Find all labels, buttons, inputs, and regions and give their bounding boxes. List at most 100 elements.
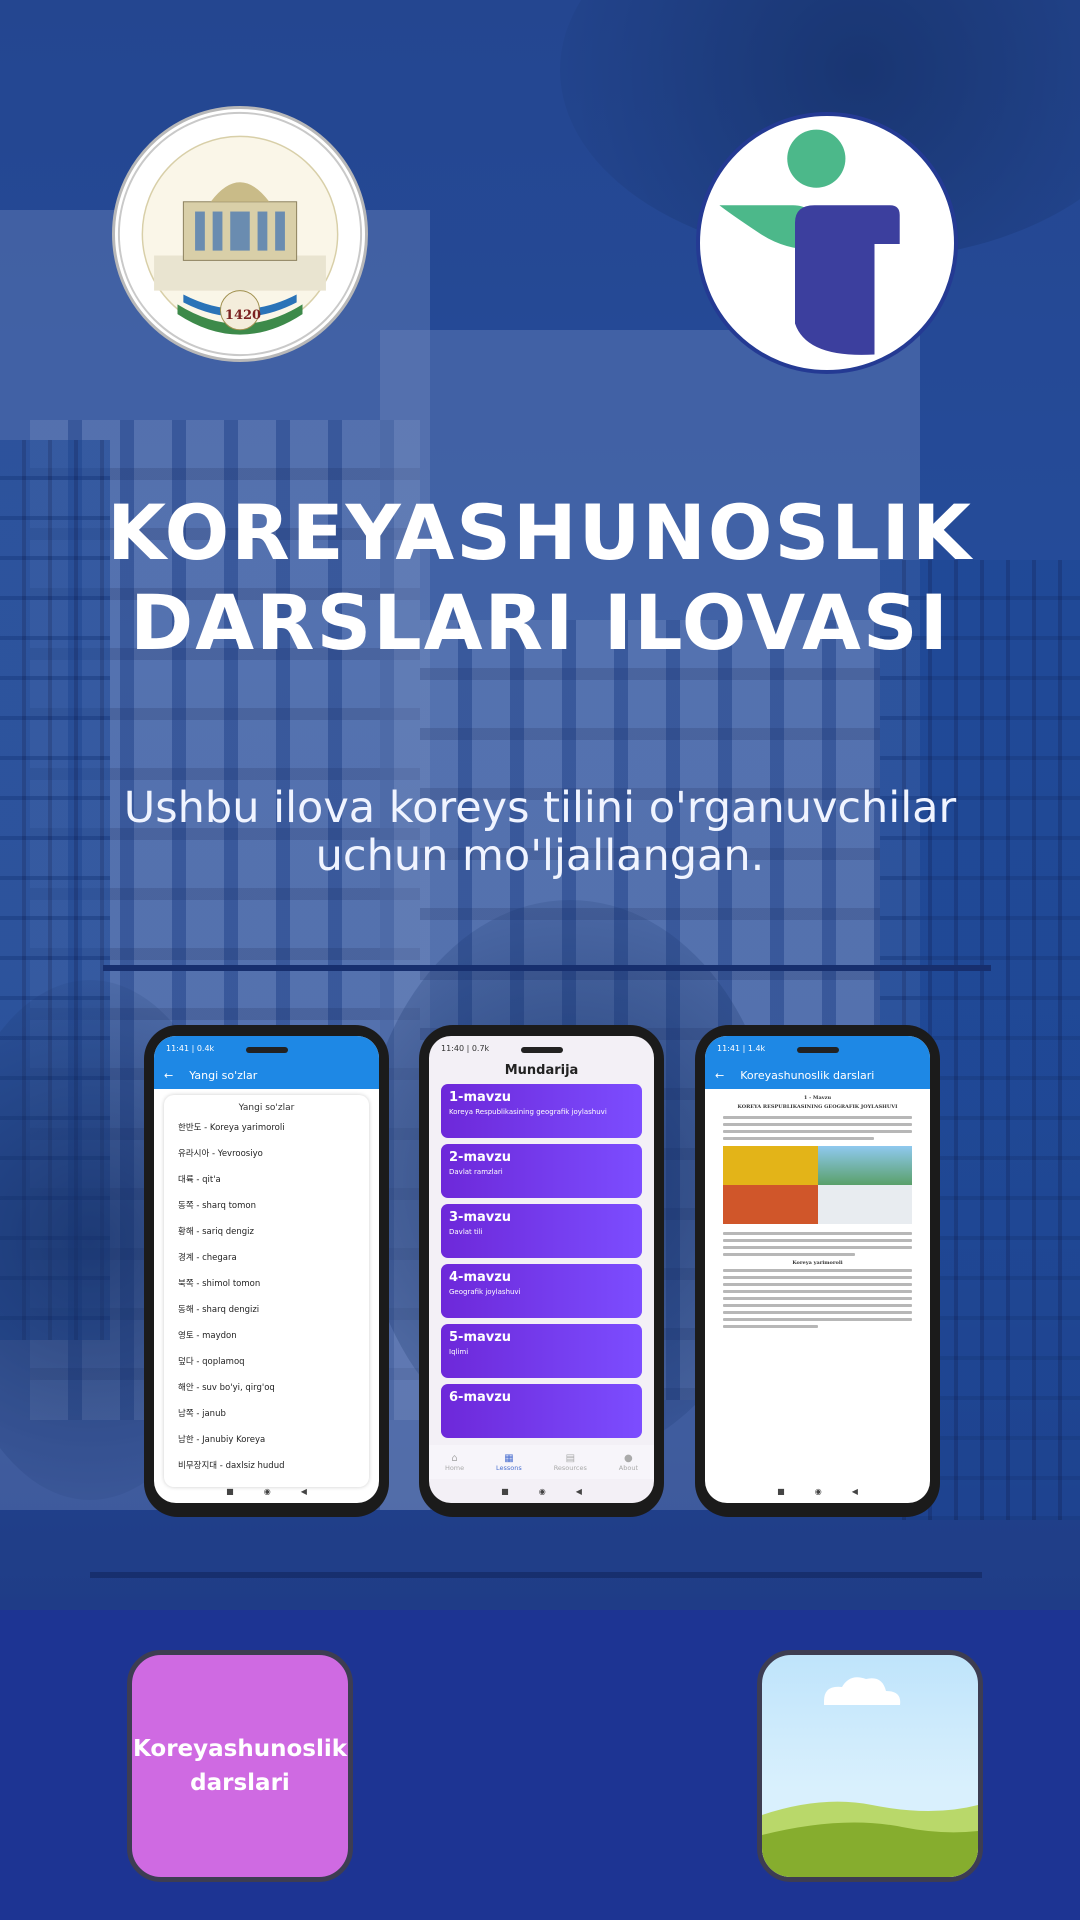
info-icon: ● [624, 1452, 633, 1464]
text-line [723, 1304, 912, 1307]
back-arrow-icon[interactable]: ← [164, 1069, 173, 1082]
lesson-card[interactable]: 6-mavzu [441, 1384, 642, 1438]
grid-icon: ▦ [504, 1452, 514, 1464]
app-brand-logo [696, 112, 958, 374]
camera-notch [796, 1047, 839, 1053]
lesson-card[interactable]: 4-mavzu Geografik joylashuvi [441, 1264, 642, 1318]
lesson-desc: Geografik joylashuvi [449, 1288, 521, 1296]
back-icon[interactable]: ◀ [852, 1487, 858, 1496]
list-item: 경계 - chegara [178, 1253, 237, 1263]
page-title: KOREYASHUNOSLIK DARSLARI ILOVASI [0, 488, 1080, 668]
phone-mockup-document: 11:41 | 1.4k ← Koreyashunoslik darslari … [695, 1025, 940, 1517]
book-icon: ▤ [565, 1452, 576, 1464]
landscape-image-icon[interactable] [757, 1650, 983, 1882]
doc-heading: Koreya yarimoroli [792, 1260, 843, 1266]
nav-home[interactable]: ⌂ Home [445, 1453, 464, 1472]
app-icon-label-line-1: Koreyashunoslik [132, 1736, 348, 1762]
lesson-desc: Iqlimi [449, 1348, 469, 1356]
back-icon[interactable]: ◀ [576, 1487, 582, 1496]
recents-icon[interactable]: ■ [226, 1487, 234, 1496]
text-line [723, 1137, 875, 1140]
app-icon-label: Koreyashunoslik darslari [133, 1732, 347, 1800]
home-icon[interactable]: ◉ [815, 1487, 822, 1496]
camera-notch [520, 1047, 563, 1053]
recents-icon[interactable]: ■ [777, 1487, 785, 1496]
nav-resources[interactable]: ▤ Resources [554, 1453, 587, 1472]
text-line [723, 1239, 912, 1242]
lesson-label: 6-mavzu [449, 1390, 512, 1405]
words-card: Yangi so'zlar 한반도 - Koreya yarimoroli 유라… [164, 1095, 369, 1487]
app-bar-title: Yangi so'zlar [189, 1068, 258, 1082]
nav-lessons-label: Lessons [496, 1463, 522, 1472]
text-line [723, 1123, 912, 1126]
home-icon[interactable]: ◉ [264, 1487, 271, 1496]
seal-year: 1420 [224, 308, 262, 323]
home-icon[interactable]: ◉ [539, 1487, 546, 1496]
text-line [723, 1276, 912, 1279]
back-arrow-icon[interactable]: ← [715, 1069, 724, 1082]
list-item: 해안 - suv bo'yi, qirg'oq [178, 1383, 275, 1393]
home-icon: ⌂ [451, 1452, 458, 1464]
list-item: 대륙 - qit'a [178, 1175, 221, 1185]
lesson-label: 4-mavzu [449, 1270, 512, 1285]
recents-icon[interactable]: ■ [501, 1487, 509, 1496]
lesson-card[interactable]: 3-mavzu Davlat tili [441, 1204, 642, 1258]
nav-about-label: About [618, 1463, 638, 1472]
bottom-navigation: ⌂ Home ▦ Lessons ▤ Resources ● About [429, 1445, 654, 1479]
nav-home-label: Home [444, 1463, 465, 1472]
system-nav-bar: ■ ◉ ◀ [429, 1479, 654, 1503]
lessons-screen: 11:40 | 0.7k Mundarija 1-mavzu Koreya Re… [429, 1036, 654, 1503]
list-item: 한반도 - Koreya yarimoroli [178, 1123, 285, 1133]
lesson-label: 2-mavzu [449, 1150, 512, 1165]
lesson-card[interactable]: 2-mavzu Davlat ramzlari [441, 1144, 642, 1198]
system-nav-bar: ■ ◉ ◀ [154, 1479, 379, 1503]
text-line [723, 1253, 856, 1256]
text-line [723, 1116, 912, 1119]
nav-about[interactable]: ● About [619, 1453, 638, 1472]
system-nav-bar: ■ ◉ ◀ [705, 1479, 930, 1503]
list-item: 동쪽 - sharq tomon [178, 1201, 256, 1211]
text-line [723, 1283, 912, 1286]
app-bar: ← Yangi so'zlar [154, 1061, 379, 1089]
lesson-label: 1-mavzu [449, 1090, 512, 1105]
text-line [723, 1290, 912, 1293]
lesson-desc: Davlat ramzlari [449, 1168, 503, 1176]
subtitle-line-2: uchun mo'ljallangan. [315, 831, 765, 881]
list-item: 비무장지대 - daxlsiz hudud [178, 1461, 285, 1471]
lesson-label: 5-mavzu [449, 1330, 512, 1345]
doc-heading: 1 - Mavzu [803, 1095, 832, 1101]
app-bar-title: Koreyashunoslik darslari [740, 1068, 875, 1082]
app-icon-koreyashunoslik[interactable]: Koreyashunoslik darslari [127, 1650, 353, 1882]
text-line [723, 1325, 818, 1328]
lesson-label: 3-mavzu [449, 1210, 512, 1225]
text-line [723, 1130, 912, 1133]
list-item: 북쪽 - shimol tomon [178, 1279, 261, 1289]
text-line [723, 1297, 912, 1300]
document-screen: 11:41 | 1.4k ← Koreyashunoslik darslari … [705, 1036, 930, 1503]
words-card-title: Yangi so'zlar [238, 1103, 295, 1113]
lesson-desc: Koreya Respublikasining geografik joylas… [449, 1108, 607, 1116]
doc-heading: KOREYA RESPUBLIKASINING GEOGRAFIK JOYLAS… [737, 1104, 898, 1110]
lesson-desc: Davlat tili [449, 1228, 483, 1236]
text-line [723, 1311, 912, 1314]
title-line-1: KOREYASHUNOSLIK [107, 488, 973, 577]
back-icon[interactable]: ◀ [301, 1487, 307, 1496]
lesson-card[interactable]: 1-mavzu Koreya Respublikasining geografi… [441, 1084, 642, 1138]
text-line [723, 1318, 912, 1321]
title-line-2: DARSLARI ILOVASI [130, 578, 950, 667]
list-item: 영토 - maydon [178, 1331, 237, 1341]
list-item: 남쪽 - janub [178, 1409, 226, 1419]
phone-mockup-words: 11:41 | 0.4k ← Yangi so'zlar Yangi so'zl… [144, 1025, 389, 1517]
list-item: 덮다 - qoplamoq [178, 1357, 245, 1367]
nav-lessons[interactable]: ▦ Lessons [496, 1453, 522, 1472]
lesson-card[interactable]: 5-mavzu Iqlimi [441, 1324, 642, 1378]
words-screen: 11:41 | 0.4k ← Yangi so'zlar Yangi so'zl… [154, 1036, 379, 1503]
page-subtitle: Ushbu ilova koreys tilini o'rganuvchilar… [60, 784, 1020, 880]
text-line [723, 1246, 912, 1249]
university-seal-logo: 1420 [112, 106, 368, 362]
text-line [723, 1269, 912, 1272]
app-icon-label-line-2: darslari [190, 1770, 290, 1796]
phone-mockup-lessons: 11:40 | 0.7k Mundarija 1-mavzu Koreya Re… [419, 1025, 664, 1517]
list-item: 남한 - Janubiy Koreya [178, 1435, 266, 1445]
subtitle-line-1: Ushbu ilova koreys tilini o'rganuvchilar [123, 783, 957, 833]
